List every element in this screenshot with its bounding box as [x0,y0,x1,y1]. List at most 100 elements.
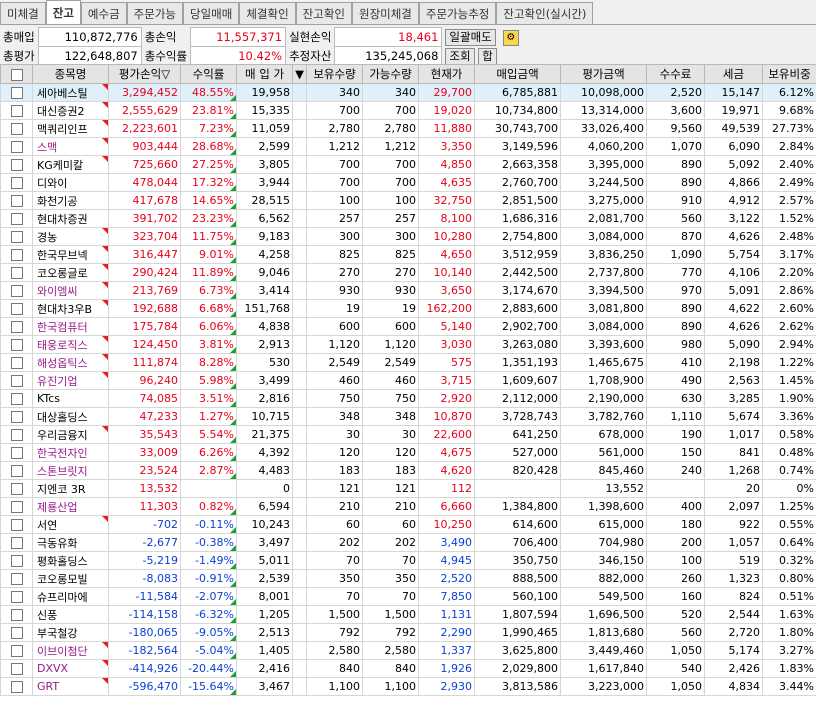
column-header-7[interactable]: 가능수량 [362,64,419,84]
table-row[interactable]: 슈프리마에 -11,584 -2.07% 8,001 70 70 7,850 560,100 5… [0,587,816,606]
row-checkbox[interactable] [0,605,33,624]
checkbox-icon[interactable] [10,501,23,513]
checkbox-icon[interactable] [10,375,23,387]
checkbox-icon[interactable] [10,609,23,621]
select-all-checkbox[interactable] [0,64,33,84]
checkbox-icon[interactable] [10,321,23,333]
checkbox-icon[interactable] [10,357,23,369]
query-button[interactable]: 조회 [445,47,475,65]
row-checkbox[interactable] [0,569,33,588]
column-header-4[interactable]: 매 입 가 [236,64,293,84]
column-header-11[interactable]: 수수료 [646,64,705,84]
tab-4[interactable]: 당일매매 [183,2,240,24]
table-row[interactable]: 화천기공 417,678 14.65% 28,515 100 100 32,750 2,851… [0,191,816,210]
table-row[interactable]: 한국컴퓨터 175,784 6.06% 4,838 600 600 5,140 2,902,7… [0,317,816,336]
table-row[interactable]: KTcs 74,085 3.51% 2,816 750 750 2,920 2,112,000… [0,389,816,408]
stock-name[interactable]: GRT [32,677,109,696]
checkbox-icon[interactable] [10,285,23,297]
column-header-8[interactable]: 현재가 [418,64,475,84]
table-row[interactable]: 이브이첨단 -182,564 -5.04% 1,405 2,580 2,580 1,337 3… [0,641,816,660]
tab-7[interactable]: 원장미체결 [351,2,419,24]
stock-name[interactable]: 지엔코 3R [32,479,109,498]
table-row[interactable]: DXVX -414,926 -20.44% 2,416 840 840 1,926 2,029… [0,659,816,678]
row-checkbox[interactable] [0,587,33,606]
table-row[interactable]: 한국무브넥 316,447 9.01% 4,258 825 825 4,650 3,512,9… [0,245,816,264]
row-checkbox[interactable] [0,83,33,102]
row-checkbox[interactable] [0,173,33,192]
checkbox-icon[interactable] [10,141,23,153]
tab-9[interactable]: 잔고확인(실시간) [496,2,594,24]
stock-name[interactable]: 제룡산업 [32,497,109,516]
checkbox-icon[interactable] [10,105,23,117]
table-row[interactable]: 부국철강 -180,065 -9.05% 2,513 792 792 2,290 1,990,… [0,623,816,642]
row-checkbox[interactable] [0,281,33,300]
row-checkbox[interactable] [0,659,33,678]
stock-name[interactable]: 코오롱모빌 [32,569,109,588]
row-checkbox[interactable] [0,389,33,408]
stock-name[interactable]: 한국컴퓨터 [32,317,109,336]
row-checkbox[interactable] [0,371,33,390]
stock-name[interactable]: 평화홀딩스 [32,551,109,570]
column-header-6[interactable]: 보유수량 [306,64,363,84]
table-row[interactable]: 대상홀딩스 47,233 1.27% 10,715 348 348 10,870 3,728,… [0,407,816,426]
stock-name[interactable]: 대신증권2 [32,101,109,120]
sum-button[interactable]: 합 [478,47,497,65]
row-checkbox[interactable] [0,209,33,228]
table-row[interactable]: 극동유화 -2,677 -0.38% 3,497 202 202 3,490 706,400 7… [0,533,816,552]
row-checkbox[interactable] [0,443,33,462]
table-row[interactable]: 와이엠씨 213,769 6.73% 3,414 930 930 3,650 3,174,67… [0,281,816,300]
row-checkbox[interactable] [0,317,33,336]
stock-name[interactable]: 우리금융지 [32,425,109,444]
checkbox-icon[interactable] [10,68,23,81]
checkbox-icon[interactable] [10,249,23,261]
checkbox-icon[interactable] [10,663,23,675]
table-row[interactable]: 코오롱글로 290,424 11.89% 9,046 270 270 10,140 2,442… [0,263,816,282]
checkbox-icon[interactable] [10,591,23,603]
tab-3[interactable]: 주문가능 [126,2,183,24]
tab-0[interactable]: 미체결 [0,2,46,24]
checkbox-icon[interactable] [10,159,23,171]
row-checkbox[interactable] [0,155,33,174]
row-checkbox[interactable] [0,407,33,426]
checkbox-icon[interactable] [10,231,23,243]
stock-name[interactable]: 슈프리마에 [32,587,109,606]
table-row[interactable]: 우리금융지 35,543 5.54% 21,375 30 30 22,600 641,250 6… [0,425,816,444]
table-row[interactable]: 경농 323,704 11.75% 9,183 300 300 10,280 2,754,80… [0,227,816,246]
row-checkbox[interactable] [0,335,33,354]
row-checkbox[interactable] [0,137,33,156]
checkbox-icon[interactable] [10,537,23,549]
table-row[interactable]: 대신증권2 2,555,629 23.81% 15,335 700 700 19,020 10… [0,101,816,120]
checkbox-icon[interactable] [10,645,23,657]
stock-name[interactable]: 현대차증권 [32,209,109,228]
checkbox-icon[interactable] [10,177,23,189]
stock-name[interactable]: 서연 [32,515,109,534]
table-row[interactable]: 스톤브릿지 23,524 2.87% 4,483 183 183 4,620 820,428 8… [0,461,816,480]
row-checkbox[interactable] [0,641,33,660]
row-checkbox[interactable] [0,677,33,696]
row-checkbox[interactable] [0,533,33,552]
stock-name[interactable]: 화천기공 [32,191,109,210]
table-row[interactable]: 신풍 -114,158 -6.32% 1,205 1,500 1,500 1,131 1,80… [0,605,816,624]
table-row[interactable]: 현대차증권 391,702 23.23% 6,562 257 257 8,100 1,686,… [0,209,816,228]
stock-name[interactable]: 세아베스틸 [32,83,109,102]
column-header-12[interactable]: 세금 [704,64,763,84]
row-checkbox[interactable] [0,515,33,534]
table-row[interactable]: 유진기업 96,240 5.98% 3,499 460 460 3,715 1,609,607… [0,371,816,390]
stock-name[interactable]: 스맥 [32,137,109,156]
table-row[interactable]: KG케미칼 725,660 27.25% 3,805 700 700 4,850 2,663,… [0,155,816,174]
column-header-1[interactable]: 종목명 [32,64,109,84]
row-checkbox[interactable] [0,425,33,444]
checkbox-icon[interactable] [10,267,23,279]
stock-name[interactable]: 극동유화 [32,533,109,552]
table-row[interactable]: 스맥 903,444 28.68% 2,599 1,212 1,212 3,350 3,149… [0,137,816,156]
tab-2[interactable]: 예수금 [80,2,127,24]
stock-name[interactable]: 한국전자인 [32,443,109,462]
table-row[interactable]: 한국전자인 33,009 6.26% 4,392 120 120 4,675 527,000 5… [0,443,816,462]
checkbox-icon[interactable] [10,681,23,693]
table-row[interactable]: 코오롱모빌 -8,083 -0.91% 2,539 350 350 2,520 888,500… [0,569,816,588]
checkbox-icon[interactable] [10,519,23,531]
checkbox-icon[interactable] [10,429,23,441]
settings-gear-icon[interactable]: ⚙ [502,29,519,46]
stock-name[interactable]: 디와이 [32,173,109,192]
checkbox-icon[interactable] [10,465,23,477]
